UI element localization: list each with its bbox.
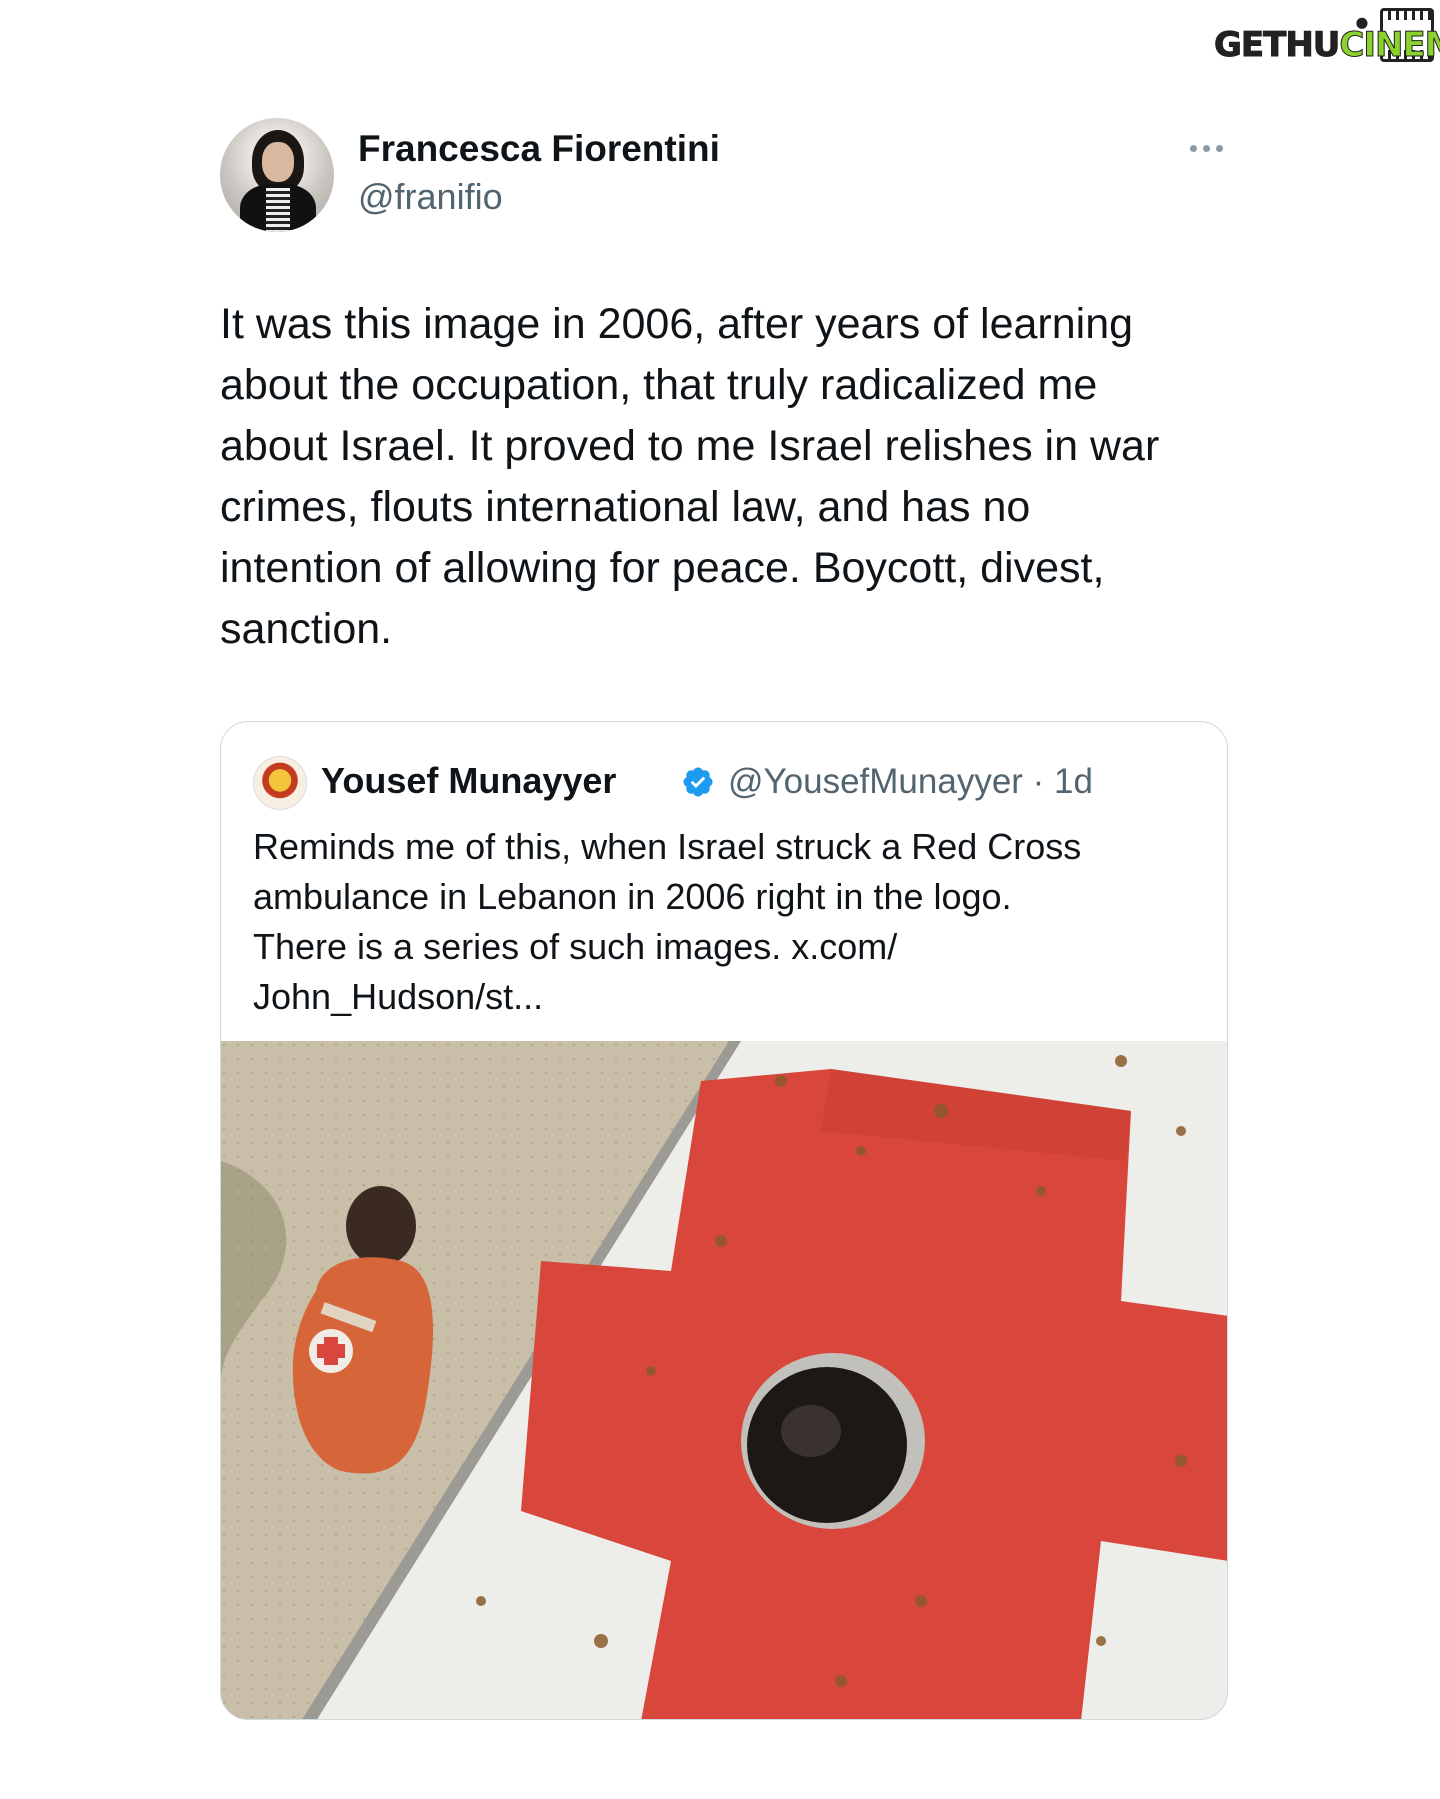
verified-badge-icon xyxy=(683,767,713,797)
more-options-icon[interactable] xyxy=(1184,138,1228,158)
quoted-tweet-text: Reminds me of this, when Israel struck a… xyxy=(253,826,1082,1017)
quoted-tweet-photo[interactable] xyxy=(221,1041,1227,1719)
quoted-tweet-card[interactable]: Yousef Munayyer @YousefMunayyer · 1d Rem… xyxy=(220,721,1228,1720)
quoted-author-avatar xyxy=(253,756,307,810)
author-handle[interactable]: @franifio xyxy=(358,176,503,218)
tweet-text: It was this image in 2006, after years o… xyxy=(220,300,1160,653)
watermark-logo: ⚫ GETHUCINEMA xyxy=(1213,8,1440,66)
ambulance-roof-image xyxy=(221,1041,1227,1719)
quoted-author-name: Yousef Munayyer xyxy=(321,760,617,801)
author-avatar[interactable] xyxy=(220,118,334,232)
quoted-author-handle: @YousefMunayyer · 1d xyxy=(728,762,1093,801)
author-name[interactable]: Francesca Fiorentini xyxy=(358,128,720,170)
quoted-tweet-header: Yousef Munayyer @YousefMunayyer · 1d xyxy=(253,756,1193,812)
watermark-text: GETHUCINEMA xyxy=(1213,25,1440,65)
